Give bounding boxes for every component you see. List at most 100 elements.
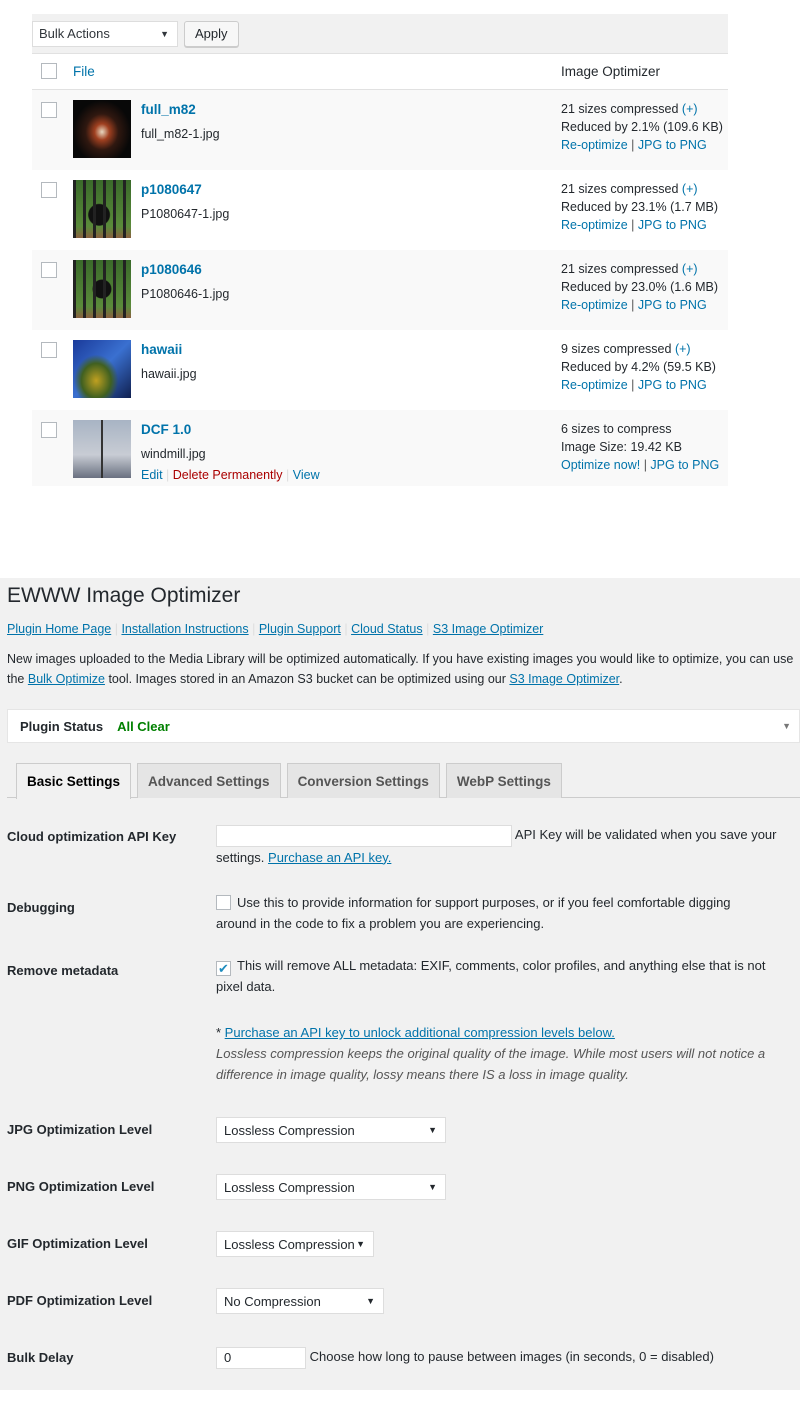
bulk-delay-input[interactable]: 0 [216, 1346, 306, 1369]
plugin-links: Plugin Home Page | Installation Instruct… [7, 622, 544, 636]
reoptimize-link[interactable]: Re-optimize [561, 218, 628, 232]
reoptimize-link[interactable]: Re-optimize [561, 378, 628, 392]
row-checkbox[interactable] [41, 262, 57, 278]
file-title-link[interactable]: full_m82 [141, 102, 196, 117]
link-support[interactable]: Plugin Support [259, 622, 341, 636]
remove-metadata-checkbox[interactable]: ✔ [216, 961, 231, 976]
jpg-to-png-link[interactable]: JPG to PNG [638, 298, 707, 312]
table-row: p1080647 P1080647-1.jpg 21 sizes compres… [32, 170, 728, 250]
note-italic-2: difference in image quality, lossy means… [216, 1067, 629, 1082]
link-s3[interactable]: S3 Image Optimizer [433, 622, 543, 636]
file-title-link[interactable]: DCF 1.0 [141, 422, 191, 437]
status-label: Plugin Status [20, 718, 104, 734]
remove-metadata-label: Remove metadata [7, 963, 119, 978]
intro-text-b: tool. Images stored in an Amazon S3 buck… [104, 672, 510, 686]
select-all-checkbox[interactable] [41, 63, 57, 79]
sizes-status: 6 sizes to compress [561, 422, 672, 436]
jpg-to-png-link[interactable]: JPG to PNG [638, 378, 707, 392]
thumbnail-image[interactable] [73, 340, 131, 398]
chevron-down-icon: ▼ [160, 28, 169, 39]
note-star: * [216, 1025, 225, 1040]
bulk-delay-help: Choose how long to pause between images … [309, 1349, 714, 1364]
settings-tabs: Basic Settings Advanced Settings Convers… [7, 763, 800, 799]
details-toggle[interactable]: (+) [682, 262, 698, 276]
png-level-select[interactable]: Lossless Compression ▼ [216, 1174, 446, 1200]
toggle-arrow-icon[interactable]: ▼ [782, 721, 791, 731]
jpg-to-png-link[interactable]: JPG to PNG [638, 218, 707, 232]
row-checkbox[interactable] [41, 342, 57, 358]
pdf-level-select[interactable]: No Compression ▼ [216, 1288, 384, 1314]
jpg-to-png-link[interactable]: JPG to PNG [650, 458, 719, 472]
debugging-help: Use this to provide information for supp… [237, 895, 731, 910]
intro-text-c: . [619, 672, 623, 686]
bulk-delay-label: Bulk Delay [7, 1350, 74, 1365]
row-checkbox[interactable] [41, 102, 57, 118]
api-key-label: Cloud optimization API Key [7, 829, 177, 844]
reoptimize-link[interactable]: Re-optimize [561, 298, 628, 312]
jpg-to-png-link[interactable]: JPG to PNG [638, 138, 707, 152]
sizes-status: 9 sizes compressed [561, 342, 672, 356]
column-file-sort[interactable]: File [73, 64, 561, 79]
file-title-link[interactable]: hawaii [141, 342, 182, 357]
jpg-level-select[interactable]: Lossless Compression ▼ [216, 1117, 446, 1143]
file-title-link[interactable]: p1080647 [141, 182, 202, 197]
s3-optimizer-link[interactable]: S3 Image Optimizer [509, 672, 619, 686]
debugging-help-2: around in the code to fix a problem you … [216, 916, 545, 931]
file-name: full_m82-1.jpg [141, 127, 220, 141]
compression-note: * Purchase an API key to unlock addition… [216, 1022, 794, 1085]
row-checkbox[interactable] [41, 422, 57, 438]
details-toggle[interactable]: (+) [682, 182, 698, 196]
intro-text-a: the [7, 672, 28, 686]
file-name: P1080646-1.jpg [141, 287, 230, 301]
plugin-status-panel[interactable]: Plugin Status All Clear ▼ [7, 709, 800, 743]
tab-conversion-settings[interactable]: Conversion Settings [286, 763, 440, 798]
checkmark-icon: ✔ [218, 961, 229, 976]
status-value: All Clear [117, 718, 170, 734]
edit-link[interactable]: Edit [141, 468, 163, 482]
tab-webp-settings[interactable]: WebP Settings [445, 763, 562, 798]
thumbnail-image[interactable] [73, 260, 131, 318]
metadata-help: This will remove ALL metadata: EXIF, com… [237, 958, 766, 973]
reoptimize-link[interactable]: Re-optimize [561, 138, 628, 152]
apply-button[interactable]: Apply [184, 20, 239, 47]
column-image-optimizer: Image Optimizer [561, 63, 661, 79]
details-toggle[interactable]: (+) [675, 342, 691, 356]
row-checkbox[interactable] [41, 182, 57, 198]
link-cloud-status[interactable]: Cloud Status [351, 622, 423, 636]
unlock-levels-link[interactable]: Purchase an API key to unlock additional… [225, 1025, 615, 1040]
intro-line-1: New images uploaded to the Media Library… [7, 652, 794, 666]
link-installation[interactable]: Installation Instructions [121, 622, 248, 636]
optimize-now-link[interactable]: Optimize now! [561, 458, 640, 472]
chevron-down-icon: ▼ [366, 1296, 375, 1306]
debugging-checkbox[interactable] [216, 895, 231, 910]
intro-text: New images uploaded to the Media Library… [7, 649, 793, 689]
png-level-value: Lossless Compression [224, 1179, 355, 1195]
remove-metadata-field: ✔ This will remove ALL metadata: EXIF, co… [216, 955, 794, 997]
thumbnail-image[interactable] [73, 100, 131, 158]
metadata-help-2: pixel data. [216, 979, 276, 994]
file-name: P1080647-1.jpg [141, 207, 230, 221]
api-key-help-2: settings. [216, 849, 269, 865]
tab-basic-settings[interactable]: Basic Settings [16, 763, 132, 799]
details-toggle[interactable]: (+) [682, 102, 698, 116]
bulk-toolbar: Bulk Actions ▼ Apply [32, 14, 728, 54]
bulk-actions-value: Bulk Actions [39, 26, 110, 41]
gif-level-select[interactable]: Lossless Compression ▼ [216, 1231, 374, 1257]
delete-permanently-link[interactable]: Delete Permanently [173, 468, 283, 482]
file-title-link[interactable]: p1080646 [141, 262, 202, 277]
bulk-actions-select[interactable]: Bulk Actions ▼ [32, 20, 178, 47]
link-plugin-home[interactable]: Plugin Home Page [7, 622, 111, 636]
bulk-optimize-link[interactable]: Bulk Optimize [28, 672, 105, 686]
bulk-delay-field: 0 Choose how long to pause between image… [216, 1346, 794, 1369]
table-row: hawaii hawaii.jpg 9 sizes compressed (+)… [32, 330, 728, 410]
tab-advanced-settings[interactable]: Advanced Settings [137, 763, 281, 798]
gif-level-label: GIF Optimization Level [7, 1236, 148, 1251]
view-link[interactable]: View [293, 468, 320, 482]
media-library-table: Bulk Actions ▼ Apply File Image Optimizer… [32, 14, 728, 486]
api-key-input[interactable] [216, 824, 512, 847]
jpg-level-label: JPG Optimization Level [7, 1122, 153, 1137]
purchase-api-key-link[interactable]: Purchase an API key. [268, 850, 391, 865]
api-key-field: API Key will be validated when you save … [216, 824, 794, 868]
thumbnail-image[interactable] [73, 420, 131, 478]
thumbnail-image[interactable] [73, 180, 131, 238]
